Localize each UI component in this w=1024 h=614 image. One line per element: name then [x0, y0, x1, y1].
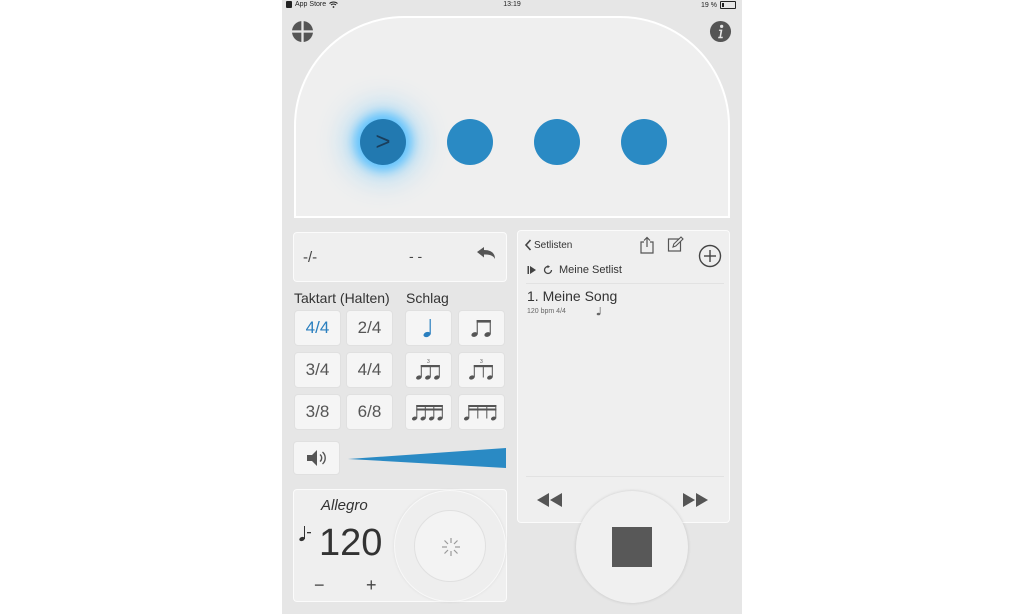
subdivision-sixteenth-button[interactable] [405, 394, 452, 430]
tempo-minus-button[interactable]: − [314, 575, 325, 596]
beat-panel: > [294, 16, 730, 218]
battery-icon [720, 1, 736, 9]
stop-icon [612, 527, 652, 567]
svg-text:3: 3 [427, 359, 430, 365]
speaker-icon [306, 450, 326, 466]
back-label: Setlisten [534, 239, 573, 251]
time-signature-button[interactable]: 3/4 [294, 352, 341, 388]
crosshair-menu-icon[interactable] [291, 20, 314, 43]
previous-song-icon[interactable] [535, 491, 565, 509]
svg-text:3: 3 [480, 359, 483, 365]
time-signature-button[interactable]: 6/8 [346, 394, 393, 430]
accent-icon: > [375, 126, 391, 156]
subdivision-eighth-button[interactable] [458, 310, 505, 346]
beat-indicator-4[interactable] [621, 119, 667, 165]
subdivision-quarter-button[interactable] [405, 310, 452, 346]
time-signature-button[interactable]: 4/4 [294, 310, 341, 346]
back-to-setlists-button[interactable]: Setlisten [524, 239, 572, 251]
bpm-value: 120 [319, 522, 383, 564]
song-details: 120 bpm 4/4 [527, 307, 566, 315]
setlist-header: Meine Setlist [527, 264, 622, 276]
beat-indicator-3[interactable] [534, 119, 580, 165]
subdivision-triplet-button[interactable]: 3 [405, 352, 452, 388]
subdivision-title: Schlag [406, 290, 449, 306]
info-icon[interactable] [709, 20, 732, 43]
time-signature-button[interactable]: 4/4 [346, 352, 393, 388]
setlist-panel: Setlisten Meine Setlist 1. Meine Song 12… [517, 230, 730, 523]
repeat-icon[interactable] [543, 265, 553, 275]
share-icon[interactable] [639, 236, 655, 254]
quintuplet-icon [463, 405, 496, 421]
left-display-value: -/- [303, 249, 318, 266]
swing-triplet-icon: 3 [468, 359, 493, 380]
time-signature-button[interactable]: 3/8 [294, 394, 341, 430]
beat-indicator-2[interactable] [447, 119, 493, 165]
play-next-icon[interactable] [527, 265, 537, 275]
chevron-left-icon [524, 239, 532, 251]
tempo-dial[interactable] [394, 490, 506, 602]
undo-icon[interactable] [475, 246, 497, 264]
battery-percent: 19 % [701, 1, 717, 9]
sixteenth-notes-icon [411, 405, 443, 421]
edit-icon[interactable] [667, 236, 684, 253]
setlist-name: Meine Setlist [559, 264, 622, 276]
status-bar: App Store 13:19 19 % [282, 0, 742, 12]
tap-tempo-icon [442, 538, 460, 556]
beat-indicator-1[interactable]: > [360, 119, 406, 165]
beat-note-icon [299, 526, 311, 542]
song-title: 1. Meine Song [527, 288, 618, 304]
tempo-plus-button[interactable]: + [366, 575, 377, 596]
volume-slider[interactable] [348, 447, 506, 469]
time-signature-button[interactable]: 2/4 [346, 310, 393, 346]
center-display-value: - - [409, 248, 423, 264]
song-list-item[interactable]: 1. Meine Song 120 bpm 4/4 [527, 288, 617, 316]
display-panel: -/- - - [293, 232, 507, 282]
tempo-marking: Allegro [321, 497, 368, 514]
song-note-icon [596, 307, 601, 316]
quarter-note-icon [423, 319, 431, 338]
subdivision-swing-triplet-button[interactable]: 3 [458, 352, 505, 388]
subdivision-quintuplet-button[interactable] [458, 394, 505, 430]
add-song-icon[interactable] [698, 244, 722, 268]
next-song-icon[interactable] [680, 491, 710, 509]
eighth-notes-icon [470, 320, 491, 337]
volume-button[interactable] [293, 441, 340, 475]
status-time: 13:19 [503, 1, 521, 8]
time-signature-title: Taktart (Halten) [294, 290, 390, 306]
triplet-icon: 3 [415, 359, 440, 380]
start-stop-button[interactable] [576, 491, 688, 603]
app-window: App Store 13:19 19 % > -/- - - Taktart (… [282, 0, 742, 614]
